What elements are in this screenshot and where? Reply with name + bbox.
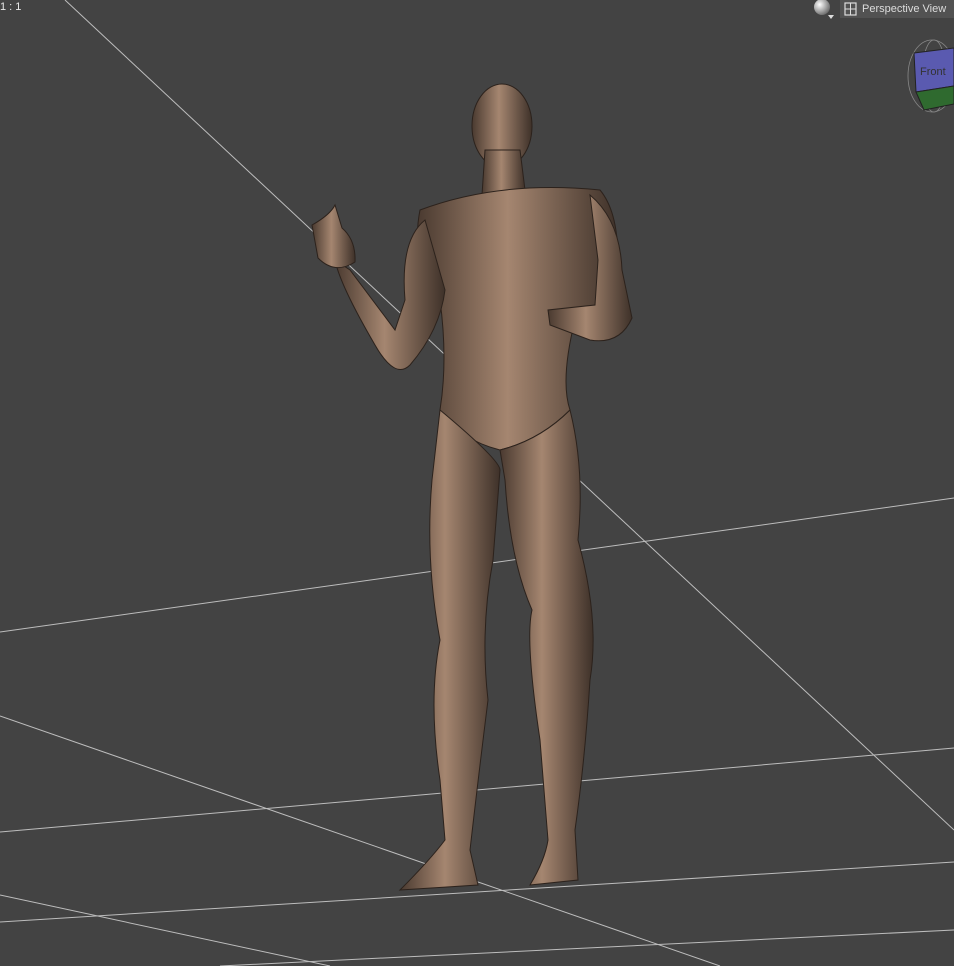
view-selector-label: Perspective View [862,3,947,15]
3d-viewport[interactable]: 1 : 1 Perspective View Front [0,0,954,966]
window-grid-icon [844,2,857,16]
view-selector-button[interactable]: Perspective View [840,0,954,18]
left-hand [311,203,356,269]
right-leg [499,409,594,886]
cube-face-label: Front [920,66,946,78]
drawstyle-button[interactable] [812,0,836,20]
aspect-ratio-label: 1 : 1 [0,1,22,13]
human-figure-model[interactable] [0,0,954,966]
view-cube-icon: Front [907,39,954,113]
sphere-shading-icon [814,0,834,19]
view-cube[interactable]: Front [904,36,954,116]
left-leg [398,409,501,891]
